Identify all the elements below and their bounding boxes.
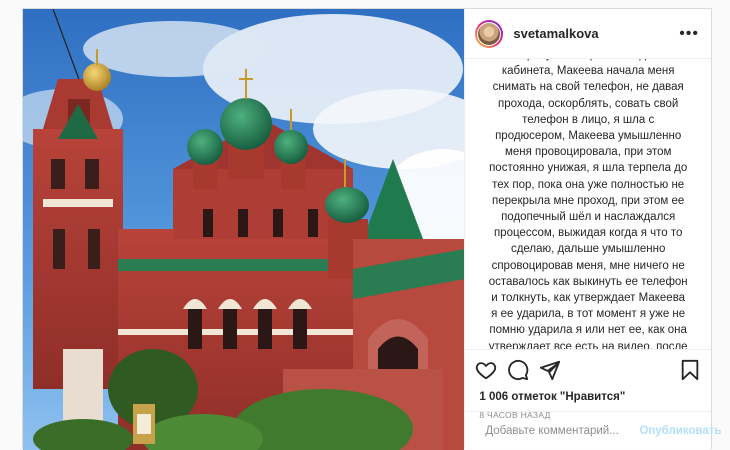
- caption-line: сделаю, дальше умышленно: [510, 243, 666, 256]
- caption-line: процессом, выжидая когда я что то: [493, 227, 683, 240]
- likes-count[interactable]: 1 006 отметок "Нравится": [465, 389, 711, 405]
- caption-line: помню ударила я или нет ее, как она: [489, 324, 687, 337]
- caption-line: я ее ударила, в тот момент я уже не: [491, 308, 686, 321]
- avatar[interactable]: [475, 19, 504, 48]
- comment-icon[interactable]: [507, 359, 529, 381]
- church-photo: [23, 9, 465, 450]
- comment-input[interactable]: [485, 424, 640, 437]
- instagram-post: svetamalkova ••• потребуется охрана выйд…: [22, 8, 721, 450]
- caption-line: оставалось как выкинуть ее телефон: [488, 275, 688, 288]
- caption-line: утверждает все есть на видео, после: [488, 340, 688, 349]
- caption-line: кабинета, Макеева начала меня: [501, 65, 675, 78]
- heart-icon[interactable]: [475, 359, 497, 381]
- post-header: svetamalkova •••: [465, 9, 711, 59]
- caption-line: спровоцировав меня, мне ничего не: [491, 259, 685, 272]
- caption-line: и толкнуть, как утверждает Макеева: [491, 292, 686, 305]
- share-icon[interactable]: [539, 359, 561, 381]
- post-caption: потребуется охрана выйдя изкабинета, Мак…: [479, 59, 697, 349]
- caption-line: прохода, оскорблять, совать свой: [498, 97, 679, 110]
- caption-scroll-area[interactable]: потребуется охрана выйдя изкабинета, Мак…: [465, 59, 711, 349]
- caption-line: снимать на свой телефон, не давая: [492, 81, 684, 94]
- caption-line: тех пор, пока она уже полностью не: [492, 178, 685, 191]
- post-photo[interactable]: [23, 9, 465, 450]
- avatar-image: [478, 22, 501, 45]
- caption-line: телефон в лицо, я шла с: [522, 113, 655, 126]
- action-bar: [465, 349, 711, 389]
- caption-line: подопечный шёл и наслаждался: [501, 211, 676, 224]
- post-side-panel: svetamalkova ••• потребуется охрана выйд…: [464, 9, 721, 449]
- caption-line: перекрыла мне проход, при этом ее: [492, 194, 685, 207]
- publish-button[interactable]: Опубликовать: [639, 425, 721, 437]
- caption-line: меня провоцировала, при этом: [504, 146, 672, 159]
- username[interactable]: svetamalkova: [513, 26, 679, 41]
- bookmark-icon[interactable]: [679, 359, 701, 381]
- caption-line: продюсером, Макеева умышленно: [495, 130, 682, 143]
- more-options-icon[interactable]: •••: [679, 25, 699, 43]
- caption-line: постоянно унижая, я шла терпела до: [489, 162, 688, 175]
- comment-bar: Опубликовать: [465, 411, 721, 449]
